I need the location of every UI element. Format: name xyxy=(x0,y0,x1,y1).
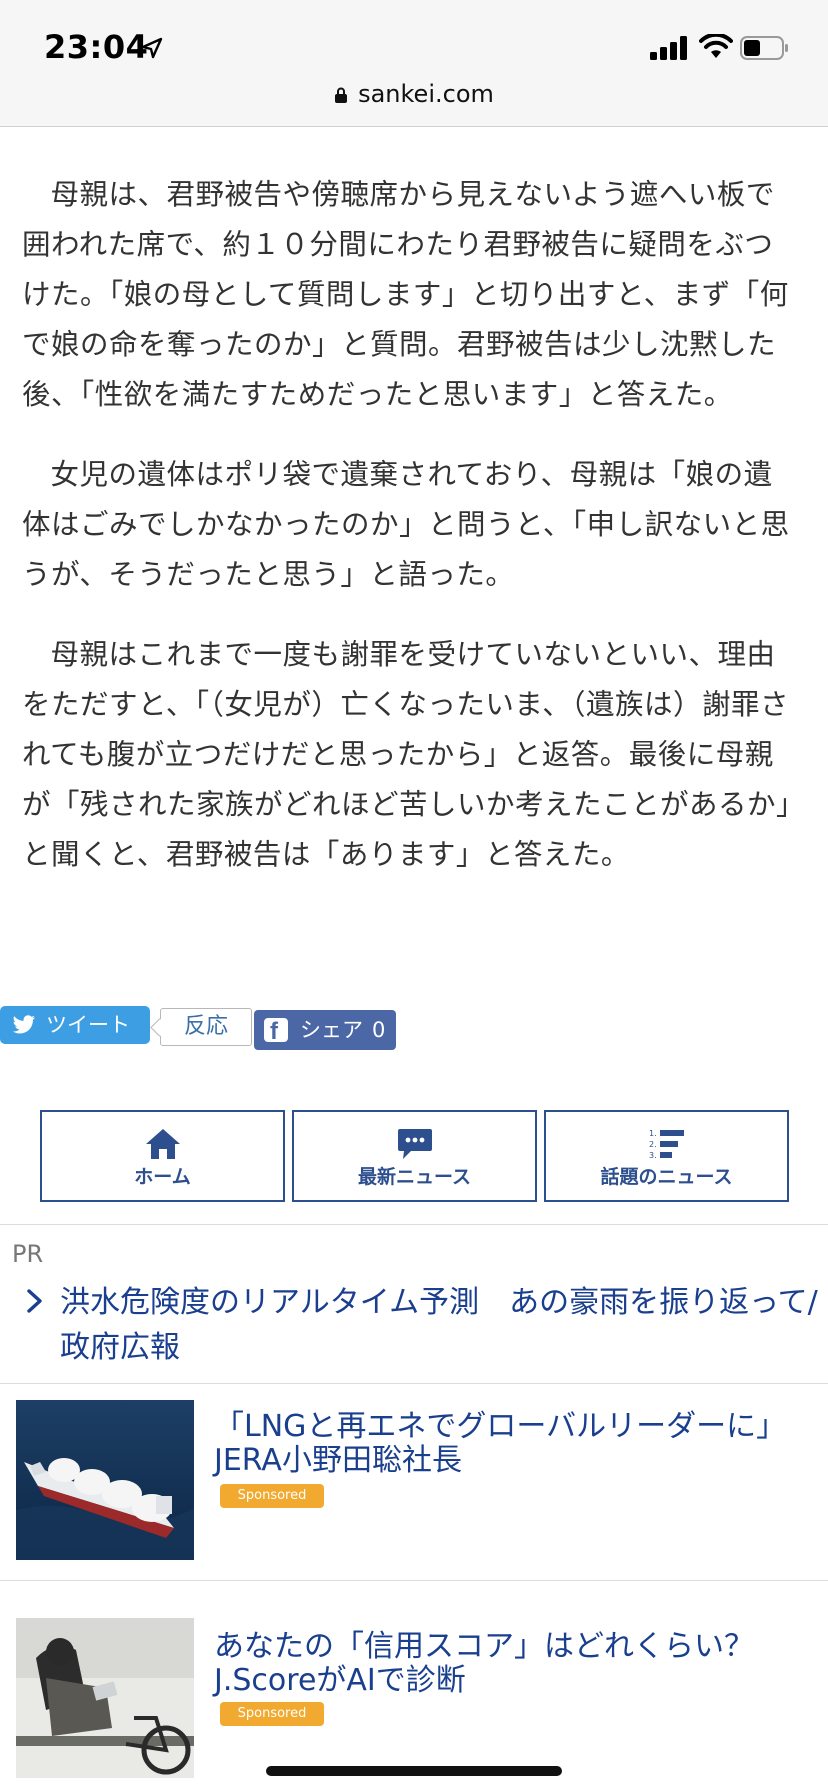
article-paragraph: 母親はこれまで一度も謝罪を受けていないといい、理由をただすと、「（女児が）亡くな… xyxy=(22,638,791,871)
nav-home-button[interactable]: ホーム xyxy=(40,1110,285,1202)
battery-icon xyxy=(740,36,788,60)
ad-title: あなたの「信用スコア」はどれくらい？ J.ScoreがAIで診断 xyxy=(214,1629,784,1698)
pr-label: PR xyxy=(12,1240,44,1268)
twitter-bird-icon xyxy=(12,1015,36,1034)
reaction-button[interactable]: 反応 xyxy=(160,1008,252,1046)
facebook-share-count: 0 xyxy=(372,1018,386,1042)
article-body: 母親は、君野被告や傍聴席から見えないよう遮へい板で囲われた席で、約１０分間にわた… xyxy=(22,170,792,910)
chevron-right-icon xyxy=(27,1289,42,1313)
divider xyxy=(0,1224,828,1225)
nav-trending-news-label: 話題のニュース xyxy=(600,1166,733,1188)
ad-thumbnail-person-bench xyxy=(16,1618,194,1778)
browser-chrome: 23:04 sankei.com xyxy=(0,0,828,127)
ranked-list-icon: 1. 2. 3. xyxy=(649,1129,684,1160)
sponsored-badge: Sponsored xyxy=(220,1702,324,1726)
facebook-icon xyxy=(264,1012,288,1052)
svg-text:1.: 1. xyxy=(649,1129,657,1138)
facebook-share-button[interactable]: シェア 0 xyxy=(254,1010,396,1052)
section-nav: ホーム 最新ニュース 1. 2. 3. 話題のニュース xyxy=(40,1110,790,1202)
tweet-label: ツイート xyxy=(46,1013,130,1037)
article-paragraph: 女児の遺体はポリ袋で遺棄されており、母親は「娘の遺体はごみでしかなかったのか」と… xyxy=(22,458,790,591)
home-indicator[interactable] xyxy=(266,1766,562,1776)
svg-text:3.: 3. xyxy=(649,1151,657,1160)
lock-icon xyxy=(335,87,348,103)
article-paragraph: 母親は、君野被告や傍聴席から見えないよう遮へい板で囲われた席で、約１０分間にわた… xyxy=(22,178,789,411)
nav-trending-news-button[interactable]: 1. 2. 3. 話題のニュース xyxy=(544,1110,789,1202)
home-icon xyxy=(145,1129,180,1159)
address-bar[interactable]: sankei.com xyxy=(0,80,828,108)
chat-bubble-icon xyxy=(397,1129,432,1159)
svg-text:2.: 2. xyxy=(649,1140,657,1149)
pr-link-text: 洪水危険度のリアルタイム予測 あの豪雨を振り返って/政府広報 xyxy=(60,1285,818,1365)
nav-latest-news-button[interactable]: 最新ニュース xyxy=(292,1110,537,1202)
nav-latest-news-label: 最新ニュース xyxy=(357,1166,472,1188)
divider xyxy=(0,1383,828,1384)
nav-home-label: ホーム xyxy=(134,1166,191,1188)
ad-thumbnail-lng-ship xyxy=(16,1400,194,1560)
divider xyxy=(0,1580,828,1581)
location-arrow-icon xyxy=(141,37,163,59)
wifi-icon xyxy=(699,34,733,58)
ad-title: 「LNGと再エネでグローバルリーダーに」JERA小野田聡社長 xyxy=(214,1409,787,1478)
url-text: sankei.com xyxy=(358,80,494,108)
sponsored-badge: Sponsored xyxy=(220,1484,324,1508)
cellular-signal-icon xyxy=(650,36,687,60)
status-time: 23:04 xyxy=(44,28,149,66)
tweet-button[interactable]: ツイート xyxy=(0,1006,150,1044)
share-bar: ツイート 反応 シェア 0 xyxy=(0,1006,828,1052)
facebook-share-label: シェア xyxy=(300,1018,363,1042)
